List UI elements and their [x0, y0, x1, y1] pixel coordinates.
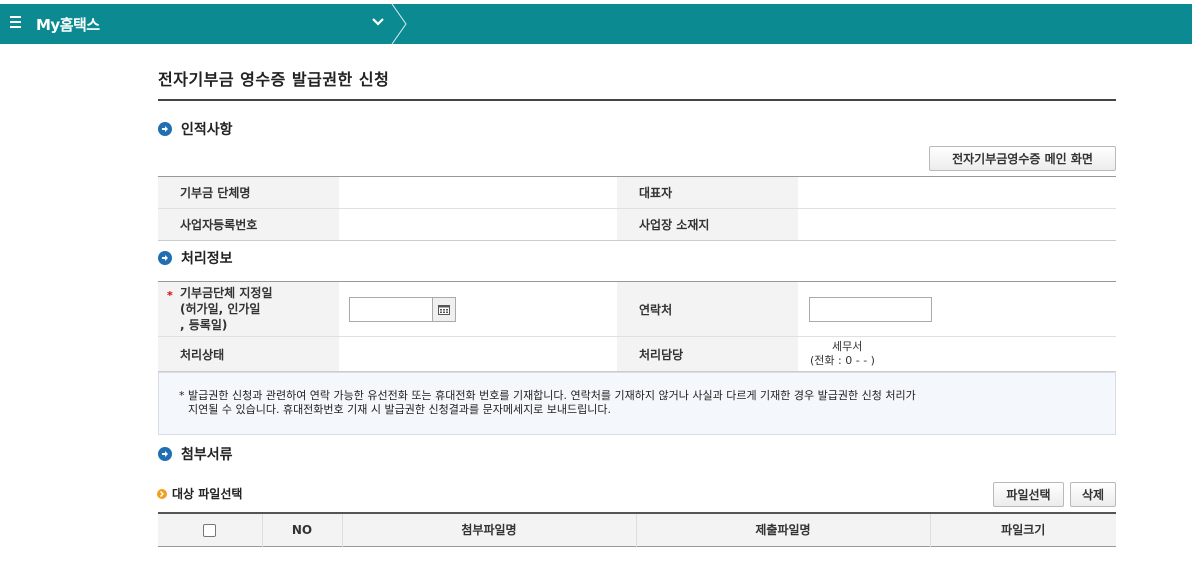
designation-label-line1: 기부금단체 지정일	[180, 286, 273, 300]
page-title: 전자기부금 영수증 발급권한 신청	[158, 70, 390, 89]
business-address-label: 사업장 소재지	[617, 208, 798, 241]
column-header-attach-name: 첨부파일명	[341, 513, 636, 546]
process-info-table: 기부금단체 지정일 (허가일, 인가일 , 등록일) 연락처 처리상태 처리담당	[158, 281, 1116, 372]
column-header-file-size: 파일크기	[929, 513, 1116, 546]
app-title[interactable]: My홈택스	[36, 14, 100, 35]
personal-info-table: 기부금 단체명 대표자 사업자등록번호 사업장 소재지	[158, 176, 1116, 241]
contact-input[interactable]	[809, 297, 932, 322]
status-value	[339, 336, 617, 372]
section-attach-title: 첨부서류	[181, 447, 233, 463]
file-select-subtitle: 대상 파일선택	[172, 487, 243, 501]
select-all-cell	[158, 513, 262, 546]
notice-line-1: * 발급권한 신청과 관련하여 연락 가능한 유선전화 또는 휴대전화 번호를 …	[179, 389, 916, 402]
org-name-label: 기부금 단체명	[158, 176, 339, 209]
column-header-no: NO	[261, 513, 342, 546]
designation-date-input[interactable]	[349, 297, 433, 322]
designation-label-line3: , 등록일)	[180, 318, 228, 332]
contact-label: 연락처	[617, 281, 798, 337]
breadcrumb-divider-icon	[391, 4, 407, 44]
section-process-title: 처리정보	[181, 251, 233, 267]
file-table-header: NO 첨부파일명 제출파일명 파일크기	[158, 513, 1116, 546]
section-attach-heading: 첨부서류	[158, 444, 233, 464]
representative-value	[798, 176, 1116, 209]
section-process-heading: 처리정보	[158, 248, 233, 268]
orange-bullet-icon	[157, 488, 167, 499]
section-personal-title: 인적사항	[181, 122, 233, 138]
status-label: 처리상태	[158, 336, 339, 372]
notice-line-2: 지연될 수 있습니다. 휴대전화번호 기재 시 발급권한 신청결과를 문자메세지…	[188, 403, 612, 416]
select-all-checkbox[interactable]	[203, 523, 217, 537]
calendar-icon[interactable]	[432, 297, 456, 322]
notice-box: * 발급권한 신청과 관련하여 연락 가능한 유선전화 또는 휴대전화 번호를 …	[158, 372, 1116, 435]
business-address-value	[798, 208, 1116, 241]
section-personal-heading: 인적사항	[158, 119, 233, 139]
main-screen-button[interactable]: 전자기부금영수증 메인 화면	[929, 146, 1116, 171]
arrow-circle-icon	[158, 447, 172, 461]
hamburger-menu-icon[interactable]	[10, 16, 21, 28]
file-select-button[interactable]: 파일선택	[993, 482, 1064, 507]
chevron-down-icon[interactable]	[370, 14, 386, 30]
officer-label: 처리담당	[617, 336, 798, 372]
designation-date-label: 기부금단체 지정일 (허가일, 인가일 , 등록일)	[158, 281, 339, 337]
tax-office-info: 세무서 (전화 : 0 - - )	[810, 340, 875, 368]
delete-button[interactable]: 삭제	[1070, 482, 1116, 507]
business-number-label: 사업자등록번호	[158, 208, 339, 241]
designation-label-line2: (허가일, 인가일	[180, 302, 261, 316]
tax-office-phone: (전화 : 0 - - )	[810, 354, 875, 367]
representative-label: 대표자	[617, 176, 798, 209]
required-mark: *	[167, 289, 173, 302]
arrow-circle-icon	[158, 251, 172, 265]
title-divider	[158, 99, 1116, 101]
tax-office-name: 세무서	[832, 340, 863, 353]
column-header-submit-name: 제출파일명	[635, 513, 930, 546]
file-select-subheading: 대상 파일선택	[157, 485, 242, 502]
arrow-circle-icon	[158, 122, 172, 136]
business-number-value	[339, 208, 617, 241]
file-table: NO 첨부파일명 제출파일명 파일크기	[158, 512, 1116, 547]
top-bar: My홈택스	[0, 4, 1192, 44]
org-name-value	[339, 176, 617, 209]
